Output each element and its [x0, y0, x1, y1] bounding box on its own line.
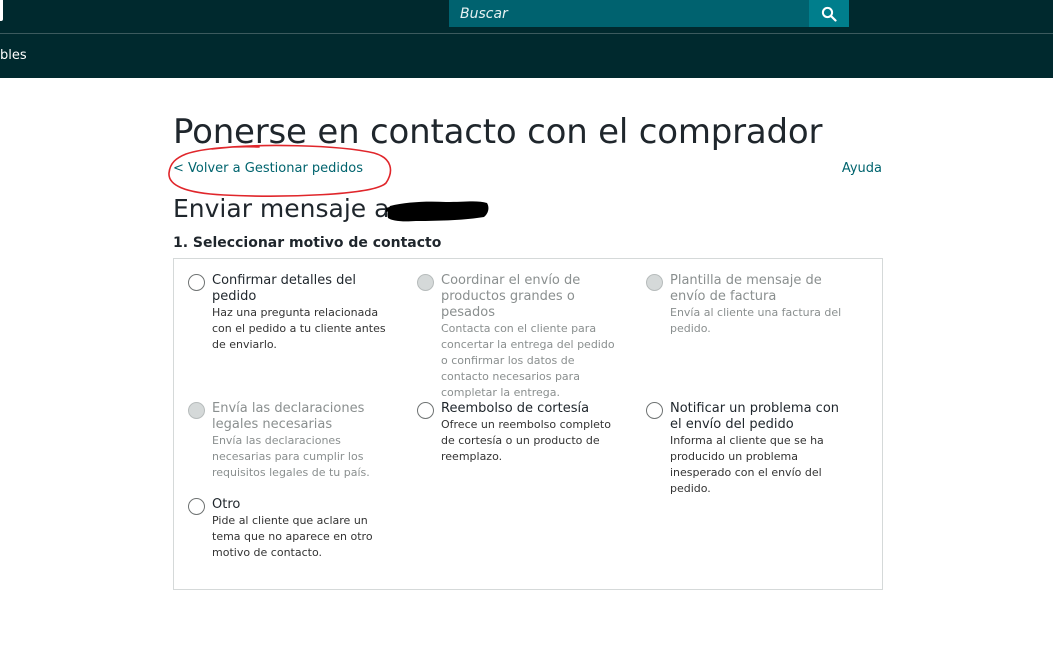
- option-description: Envía al cliente una factura del pedido.: [670, 306, 842, 335]
- option-title: Plantilla de mensaje de envío de factura: [670, 273, 822, 304]
- option-description: Haz una pregunta relacionada con el pedi…: [212, 306, 386, 351]
- search-icon: [821, 6, 837, 22]
- search-input[interactable]: [449, 0, 809, 27]
- option-description: Ofrece un reembolso completo de cortesía…: [441, 418, 611, 463]
- radio-button[interactable]: [646, 402, 663, 419]
- header-divider: [0, 33, 1053, 34]
- header-edge-fragment: [0, 0, 3, 21]
- option-label: Confirmar detalles del pedido Haz una pr…: [212, 273, 392, 353]
- option-title: Otro: [212, 497, 241, 512]
- option-label: Notificar un problema con el envío del p…: [670, 401, 850, 497]
- radio-button[interactable]: [417, 402, 434, 419]
- option-title: Reembolso de cortesía: [441, 401, 590, 416]
- search-bar: [449, 0, 849, 27]
- option-description: Informa al cliente que se ha producido u…: [670, 434, 824, 495]
- radio-button-disabled: [188, 402, 205, 419]
- back-to-orders-link[interactable]: < Volver a Gestionar pedidos: [173, 161, 363, 176]
- option-label: Coordinar el envío de productos grandes …: [441, 273, 621, 401]
- nav-item-partial[interactable]: bles: [0, 48, 27, 63]
- option-description: Contacta con el cliente para concertar l…: [441, 322, 615, 399]
- help-link[interactable]: Ayuda: [842, 161, 882, 176]
- redacted-recipient-name: [386, 201, 489, 222]
- top-header: bles: [0, 0, 1053, 78]
- step-title: 1. Seleccionar motivo de contacto: [173, 235, 442, 251]
- radio-button-disabled: [646, 274, 663, 291]
- option-title: Confirmar detalles del pedido: [212, 273, 356, 304]
- option-label: Envía las declaraciones legales necesari…: [212, 401, 392, 481]
- send-message-title: Enviar mensaje a: [173, 194, 390, 223]
- page-title: Ponerse en contacto con el comprador: [173, 112, 823, 152]
- radio-button[interactable]: [188, 274, 205, 291]
- option-title: Coordinar el envío de productos grandes …: [441, 273, 581, 320]
- option-label: Otro Pide al cliente que aclare un tema …: [212, 497, 392, 561]
- search-button[interactable]: [809, 0, 849, 27]
- radio-button-disabled: [417, 274, 434, 291]
- option-title: Notificar un problema con el envío del p…: [670, 401, 840, 432]
- option-label: Plantilla de mensaje de envío de factura…: [670, 273, 850, 337]
- option-description: Envía las declaraciones necesarias para …: [212, 434, 370, 479]
- radio-button[interactable]: [188, 498, 205, 515]
- option-title: Envía las declaraciones legales necesari…: [212, 401, 365, 432]
- contact-reason-panel: Confirmar detalles del pedido Haz una pr…: [173, 258, 883, 590]
- option-label: Reembolso de cortesía Ofrece un reembols…: [441, 401, 621, 465]
- option-description: Pide al cliente que aclare un tema que n…: [212, 514, 373, 559]
